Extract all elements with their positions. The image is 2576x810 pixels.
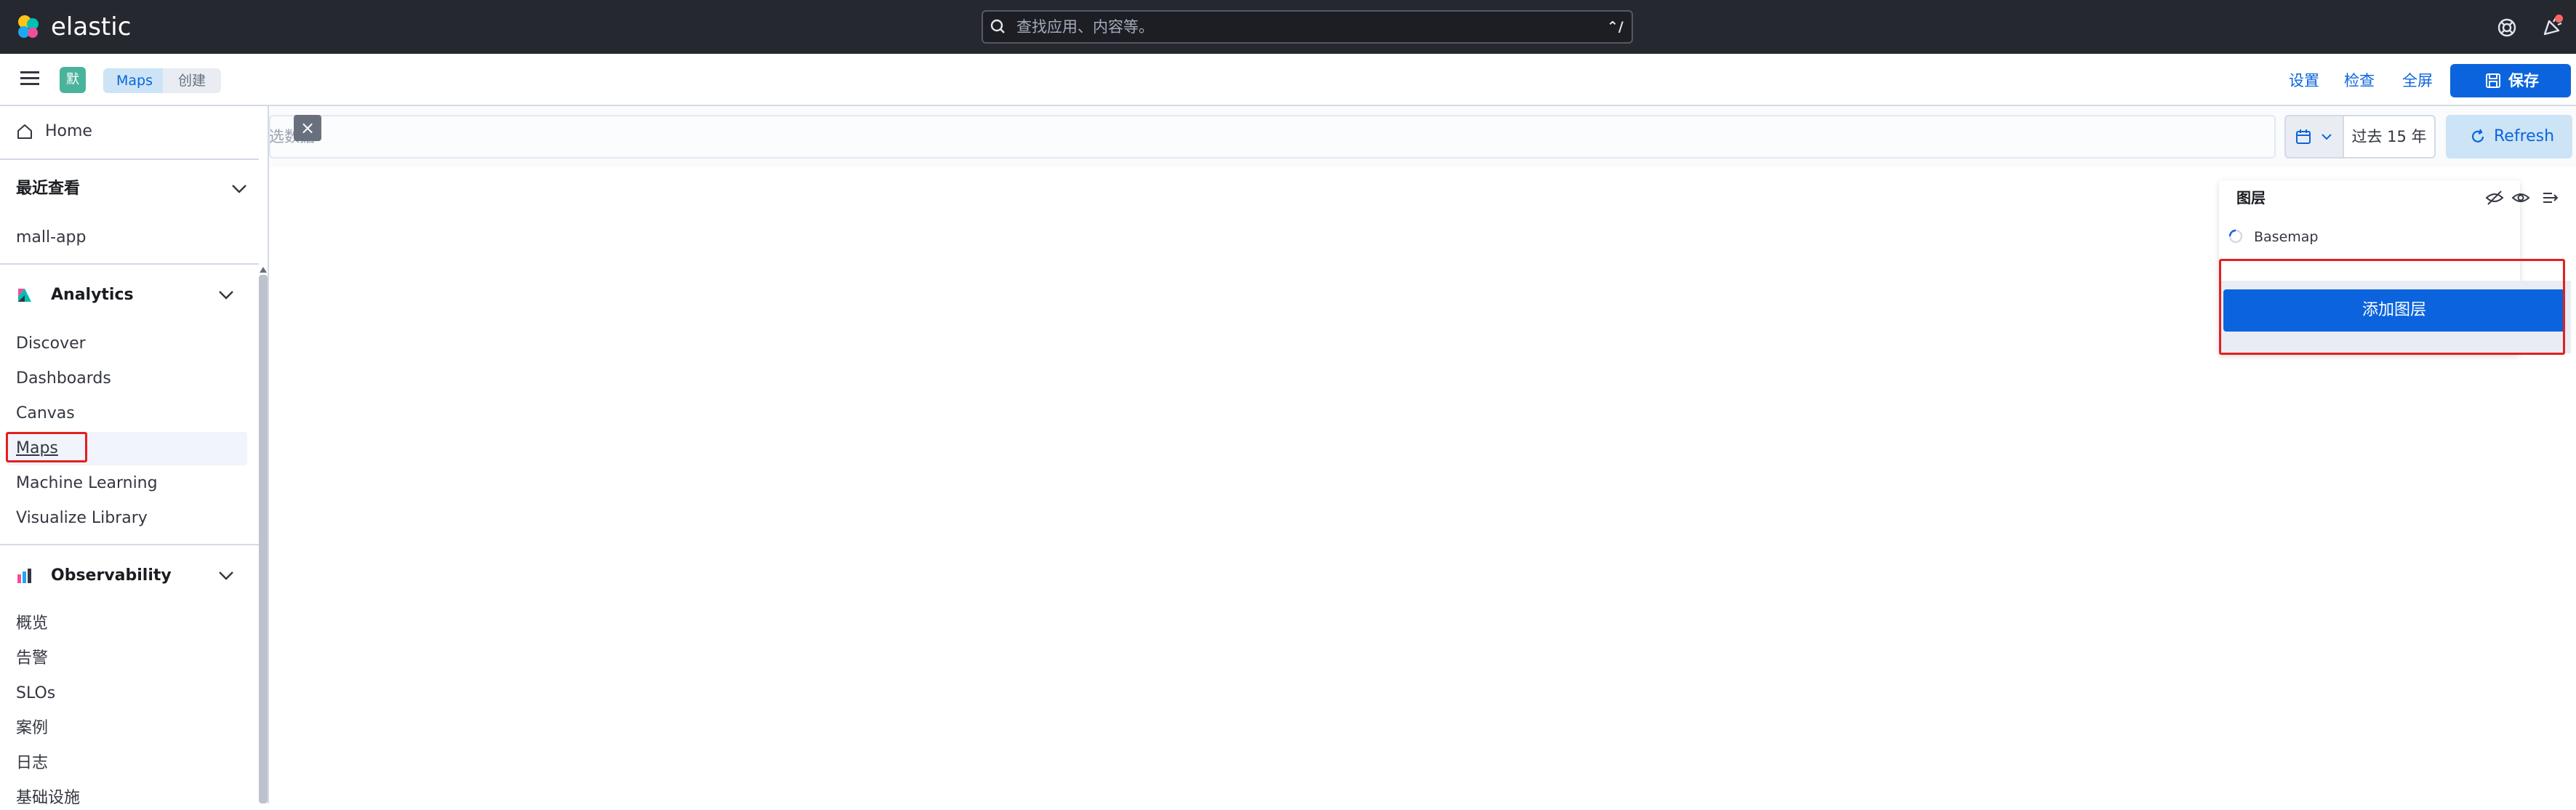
- elastic-logo-icon[interactable]: [15, 13, 42, 41]
- eye-icon[interactable]: [2511, 189, 2530, 206]
- nav-item-dashboards[interactable]: Dashboards: [16, 367, 111, 390]
- eye-closed-icon[interactable]: [2485, 189, 2504, 206]
- breadcrumb-create: 创建: [163, 68, 221, 93]
- space-avatar[interactable]: 默: [60, 67, 86, 93]
- analytics-logo-icon: [18, 289, 31, 302]
- collapse-panel-icon[interactable]: [2542, 189, 2561, 206]
- nav-divider: [0, 544, 259, 545]
- chevron-down-icon[interactable]: [230, 183, 249, 195]
- nav-observability-header[interactable]: Observability: [51, 564, 172, 588]
- chevron-down-icon[interactable]: [217, 289, 236, 301]
- breadcrumb-maps[interactable]: Maps: [103, 68, 166, 93]
- nav-item-logs[interactable]: 日志: [16, 752, 48, 775]
- query-input[interactable]: [269, 115, 2276, 159]
- date-range-display[interactable]: 过去 15 年: [2344, 115, 2436, 159]
- search-icon: [990, 19, 1005, 33]
- fullscreen-link[interactable]: 全屏: [2402, 70, 2433, 92]
- refresh-button-label: Refresh: [2494, 127, 2555, 145]
- nav-item-visualize-library[interactable]: Visualize Library: [16, 507, 148, 530]
- scroll-up-arrow-icon[interactable]: [259, 266, 268, 273]
- save-icon: [2486, 73, 2500, 88]
- brand-name[interactable]: elastic: [51, 10, 131, 44]
- nav-home[interactable]: Home: [45, 120, 92, 143]
- nav-item-infrastructure[interactable]: 基础设施: [16, 787, 80, 810]
- layer-panel-title: 图层: [2236, 189, 2266, 206]
- inspect-link[interactable]: 检查: [2344, 70, 2375, 92]
- save-button-label: 保存: [2508, 72, 2539, 89]
- nav-item-machine-learning[interactable]: Machine Learning: [16, 472, 158, 495]
- nav-item-overview[interactable]: 概览: [16, 612, 48, 635]
- nav-divider: [0, 263, 259, 265]
- chevron-down-icon[interactable]: [217, 570, 236, 582]
- nav-item-alerts[interactable]: 告警: [16, 647, 48, 670]
- notification-dot: [2555, 15, 2563, 23]
- home-icon: [17, 124, 32, 139]
- calendar-icon: [2296, 129, 2311, 144]
- settings-link[interactable]: 设置: [2289, 70, 2319, 92]
- nav-item-slos[interactable]: SLOs: [16, 682, 55, 705]
- layer-item-basemap[interactable]: Basemap: [2254, 225, 2318, 249]
- app-header: [0, 54, 2576, 106]
- help-icon[interactable]: [2495, 16, 2519, 39]
- date-quick-select-button[interactable]: [2284, 115, 2344, 159]
- maps-highlight-box: [6, 432, 87, 462]
- nav-recent-mall-app[interactable]: mall-app: [16, 226, 87, 249]
- search-shortcut: ⌃/: [1607, 19, 1624, 35]
- add-layer-highlight-box: [2219, 259, 2565, 355]
- nav-analytics-header[interactable]: Analytics: [51, 284, 134, 307]
- loading-spinner-icon: [2228, 229, 2243, 244]
- chevron-down-icon: [2322, 134, 2332, 140]
- hamburger-menu-icon[interactable]: [19, 70, 41, 87]
- refresh-icon: [2471, 129, 2484, 143]
- observability-logo-icon: [17, 569, 31, 583]
- nav-item-canvas[interactable]: Canvas: [16, 402, 75, 425]
- search-placeholder: 查找应用、内容等。: [1016, 18, 1154, 36]
- close-icon[interactable]: ×: [294, 115, 321, 141]
- nav-recent-header[interactable]: 最近查看: [16, 177, 80, 201]
- nav-item-cases[interactable]: 案例: [16, 717, 48, 740]
- nav-divider: [0, 159, 259, 160]
- nav-item-discover[interactable]: Discover: [16, 332, 86, 356]
- nav-scrollbar[interactable]: [259, 275, 268, 803]
